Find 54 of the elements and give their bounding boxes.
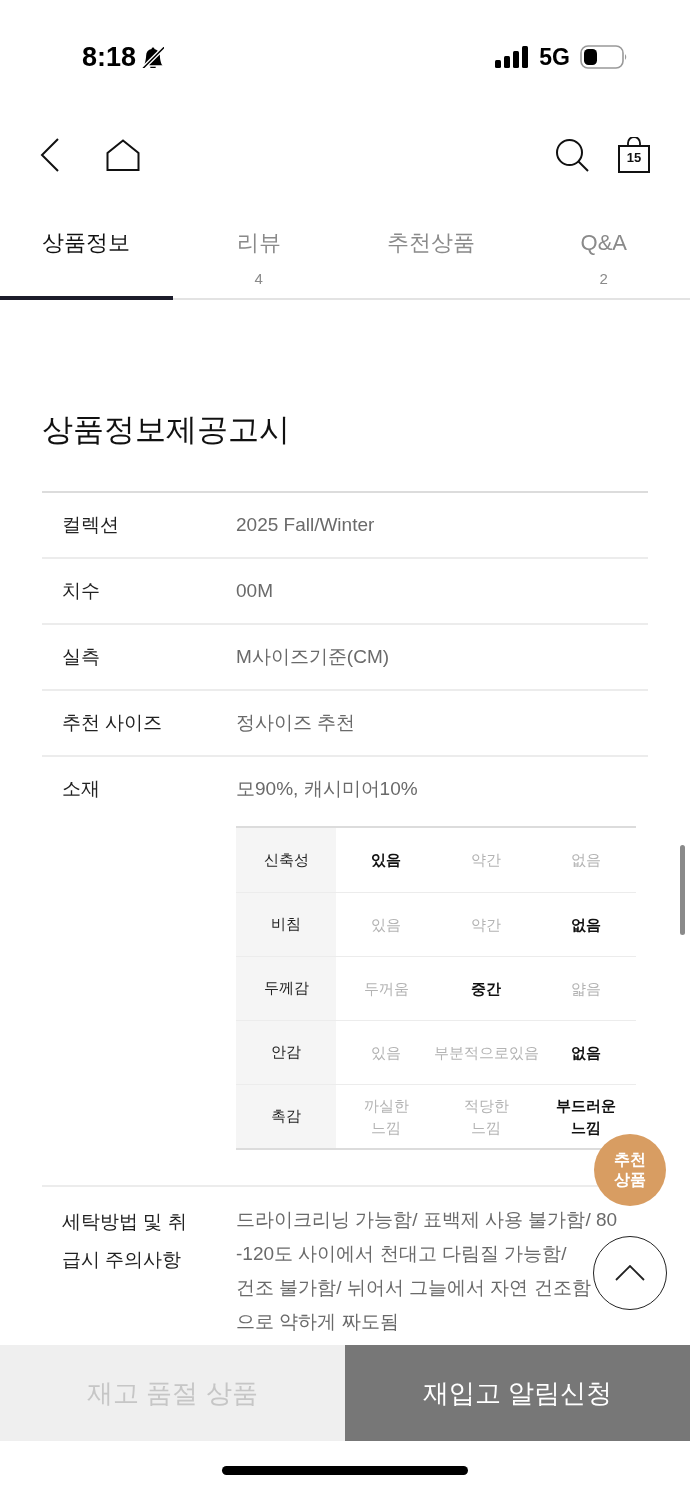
attribute-label: 안감 <box>271 1042 301 1063</box>
cart-count: 15 <box>625 150 643 166</box>
row-value: 모90%, 캐시미어10% <box>236 777 418 801</box>
search-button[interactable] <box>554 137 590 173</box>
row-label: 컬렉션 <box>61 512 120 537</box>
row-value: 2025 Fall/Winter <box>236 512 375 537</box>
tab[interactable]: Q&A 2 <box>517 196 690 300</box>
attribute-option: 두꺼움 <box>363 977 409 1000</box>
care-text-line: 으로 약하게 짜도됨 <box>236 1310 399 1334</box>
tab[interactable]: 리뷰 4 <box>172 196 345 300</box>
attribute-option: 부분적으로있음 <box>433 1041 539 1064</box>
attribute-option: 있음 <box>371 1041 401 1064</box>
home-button[interactable] <box>106 137 142 173</box>
back-chevron-icon <box>40 138 60 172</box>
attribute-label: 두께감 <box>263 978 309 999</box>
attribute-option: 중간 <box>471 977 501 1000</box>
row-value: M사이즈기준(CM) <box>236 644 390 669</box>
tab[interactable]: 상품정보 <box>0 196 173 300</box>
care-text-line: -120도 사이에서 천대고 다림질 가능함/ <box>236 1242 567 1266</box>
home-icon <box>106 139 140 171</box>
section-title: 상품정보제공고시 <box>42 411 291 449</box>
attribute-label: 신축성 <box>263 849 309 870</box>
status-time: 8:18 <box>82 43 137 71</box>
attribute-label: 촉감 <box>271 1106 301 1127</box>
attribute-option: 약간 <box>471 913 501 936</box>
attribute-option: 약간 <box>471 849 501 871</box>
shopping-bag-icon <box>618 137 650 173</box>
care-text-line: 건조 불가함/ 뉘어서 그늘에서 자연 건조함 <box>236 1276 591 1300</box>
row-label: 추천 사이즈 <box>61 710 164 735</box>
row-label: 실측 <box>61 644 101 669</box>
attribute-option: 없음 <box>571 849 601 871</box>
row-label: 소재 <box>61 777 101 801</box>
row-label: 치수 <box>61 578 101 603</box>
care-text-line: 드라이크리닝 가능함/ 표백제 사용 불가함/ 80 <box>236 1208 618 1232</box>
attribute-label: 비침 <box>271 914 301 935</box>
search-icon <box>555 138 589 172</box>
attribute-option: 있음 <box>371 849 401 871</box>
row-value: 정사이즈 추천 <box>236 710 356 735</box>
attribute-option: 없음 <box>571 913 601 936</box>
tab[interactable]: 추천상품 <box>345 196 518 300</box>
restock-alert-button[interactable]: 재입고 알림신청 <box>345 1345 690 1441</box>
row-label: 세탁방법 및 취급시 주의사항 <box>61 1210 188 1272</box>
network-label: 5G <box>539 45 570 69</box>
signal-icon <box>495 46 530 68</box>
attribute-option: 적당한 느낌 <box>463 1094 509 1139</box>
battery-icon <box>580 45 628 69</box>
attribute-option: 없음 <box>571 1041 601 1064</box>
cart-button[interactable]: 15 <box>618 137 650 173</box>
row-value: 00M <box>236 578 273 603</box>
attribute-option: 까실한 느낌 <box>363 1094 409 1139</box>
chevron-up-icon <box>615 1265 645 1281</box>
attribute-option: 있음 <box>371 913 401 936</box>
bell-muted-icon <box>142 46 165 68</box>
attribute-option: 얇음 <box>571 977 601 1000</box>
